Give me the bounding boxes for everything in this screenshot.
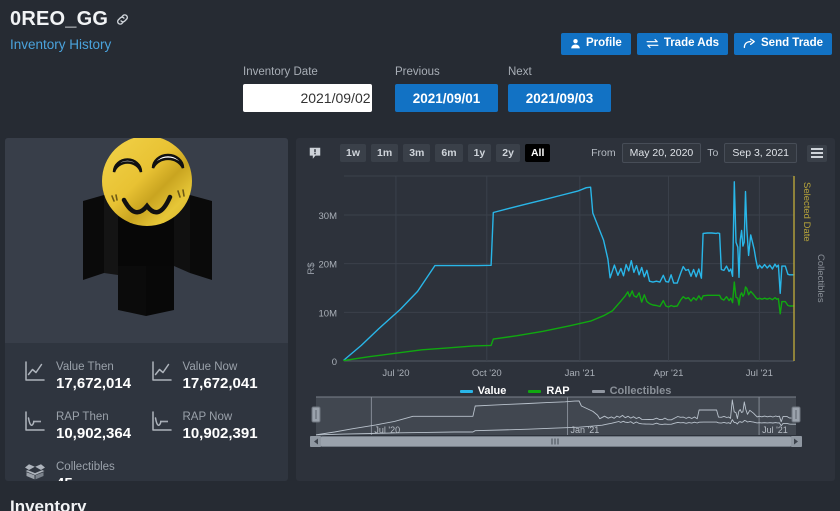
wave-chart-icon <box>23 409 47 433</box>
chart-svg[interactable]: 0 10M 20M 30M Jul '20 Oct '20 Jan '21 Apr '21 Ju… <box>296 168 835 403</box>
svg-text:30M: 30M <box>319 211 338 222</box>
from-label: From <box>591 147 616 159</box>
avatar <box>5 138 288 343</box>
stat-value-now: Value Now 17,672,041 <box>150 357 277 394</box>
profile-button[interactable]: Profile <box>561 33 631 55</box>
stat-value: 17,672,014 <box>56 375 132 392</box>
chart-plot-area: 0 10M 20M 30M Jul '20 Oct '20 Jan '21 Apr '21 Ju… <box>296 168 835 403</box>
svg-text:Collectibles: Collectibles <box>815 254 826 303</box>
title-row: 0REO_GG <box>10 8 130 31</box>
previous-date-label: Previous <box>395 66 440 78</box>
to-label: To <box>707 147 719 159</box>
link-icon[interactable] <box>115 12 130 27</box>
user-icon <box>570 38 581 49</box>
trade-ads-button-label: Trade Ads <box>663 37 719 49</box>
open-box-icon <box>23 459 47 482</box>
date-selector: Inventory Date Previous <box>243 66 621 112</box>
stat-label: Collectibles <box>56 460 115 473</box>
svg-text:Oct '20: Oct '20 <box>472 368 502 379</box>
trade-ads-button[interactable]: Trade Ads <box>636 33 728 55</box>
range-button-6m[interactable]: 6m <box>435 144 463 162</box>
stat-label: RAP Now <box>182 410 233 423</box>
svg-text:Jul '21: Jul '21 <box>746 368 773 379</box>
range-button-1w[interactable]: 1w <box>340 144 367 162</box>
svg-text:Jul '21: Jul '21 <box>762 425 788 435</box>
stat-label: RAP Then <box>56 410 109 423</box>
avatar-figure <box>82 138 212 316</box>
from-date-field[interactable]: May 20, 2020 <box>621 143 702 163</box>
stat-value: 45 <box>56 475 73 482</box>
next-date-button[interactable]: 2021/09/03 <box>508 84 611 112</box>
inventory-heading: Inventory <box>10 497 87 511</box>
range-button-2y[interactable]: 2y <box>496 144 520 162</box>
chart-navigator[interactable]: Jul '20 Jan '21 Jul '21 <box>296 393 835 448</box>
exchange-arrows-icon <box>646 38 659 49</box>
wave-chart-icon <box>150 409 174 433</box>
chart-toolbar: 1w 1m 3m 6m 1y 2y All From May 20, 2020 … <box>296 138 835 168</box>
page-header: 0REO_GG Inventory History Profile Trade … <box>0 0 840 66</box>
range-button-1y[interactable]: 1y <box>467 144 492 162</box>
range-date-inputs: From May 20, 2020 To Sep 3, 2021 <box>591 143 827 163</box>
svg-text:Apr '21: Apr '21 <box>654 368 684 379</box>
svg-text:0: 0 <box>332 357 337 368</box>
send-trade-button-label: Send Trade <box>761 37 823 49</box>
share-arrow-icon <box>743 38 756 49</box>
stat-label: Value Now <box>182 361 238 373</box>
stat-value: 17,672,041 <box>182 375 258 392</box>
svg-text:Jul '20: Jul '20 <box>382 368 409 379</box>
send-trade-button[interactable]: Send Trade <box>734 33 832 55</box>
inventory-date-label: Inventory Date <box>243 66 318 78</box>
svg-text:R$: R$ <box>306 262 317 275</box>
chart-panel: 1w 1m 3m 6m 1y 2y All From May 20, 2020 … <box>296 138 835 481</box>
stat-rap-now: RAP Now 10,902,391 <box>150 407 277 444</box>
svg-text:Selected Date: Selected Date <box>801 182 812 242</box>
range-button-all[interactable]: All <box>524 144 551 162</box>
navigator-svg[interactable]: Jul '20 Jan '21 Jul '21 <box>296 393 835 448</box>
inventory-date-input[interactable] <box>243 84 372 112</box>
stat-label: Value Then <box>56 361 114 373</box>
line-chart-icon <box>150 359 174 383</box>
next-date-group: Next 2021/09/03 <box>508 66 621 112</box>
previous-date-button[interactable]: 2021/09/01 <box>395 84 498 112</box>
stats-section: Value Then 17,672,014 Value Now 17,672,0… <box>5 343 288 481</box>
svg-text:10M: 10M <box>319 308 338 319</box>
stat-value: 10,902,391 <box>182 424 258 442</box>
previous-date-group: Previous 2021/09/01 <box>395 66 508 112</box>
header-actions: Profile Trade Ads Send Trade <box>561 33 832 55</box>
range-button-1m[interactable]: 1m <box>371 144 399 162</box>
annotation-icon[interactable] <box>308 146 322 160</box>
avatar-stats-panel: Value Then 17,672,014 Value Now 17,672,0… <box>5 138 288 481</box>
range-button-3m[interactable]: 3m <box>403 144 431 162</box>
stat-collectibles: Collectibles 45 <box>23 457 150 482</box>
profile-button-label: Profile <box>586 37 622 49</box>
inventory-date-group: Inventory Date <box>243 66 395 112</box>
page-title: 0REO_GG <box>10 8 109 30</box>
hamburger-menu-icon[interactable] <box>807 144 827 162</box>
stat-value-then: Value Then 17,672,014 <box>23 357 150 394</box>
inventory-date-input-wrap <box>243 84 372 112</box>
range-buttons: 1w 1m 3m 6m 1y 2y All <box>340 144 551 162</box>
page-subtitle: Inventory History <box>10 37 112 52</box>
inventory-history-page: 0REO_GG Inventory History Profile Trade … <box>0 0 840 511</box>
stat-rap-then: RAP Then 10,902,364 <box>23 407 150 444</box>
svg-text:20M: 20M <box>319 260 338 271</box>
stat-value: 10,902,364 <box>56 424 132 442</box>
line-chart-icon <box>23 359 47 383</box>
to-date-field[interactable]: Sep 3, 2021 <box>724 143 797 163</box>
svg-text:Jan '21: Jan '21 <box>565 368 595 379</box>
stats-grid: Value Then 17,672,014 Value Now 17,672,0… <box>23 357 276 481</box>
next-date-label: Next <box>508 66 532 78</box>
